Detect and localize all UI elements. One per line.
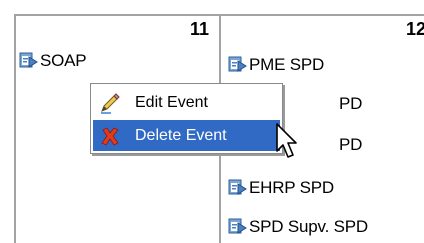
- day-number: 12: [405, 19, 424, 39]
- event-doc-icon: [19, 51, 39, 71]
- menu-item-label: Edit Event: [135, 93, 208, 111]
- menu-item-delete-event[interactable]: Delete Event: [93, 120, 280, 151]
- event-context-menu: Edit Event Delete Event: [90, 83, 283, 154]
- event-doc-icon: [228, 217, 248, 237]
- menu-item-edit-event[interactable]: Edit Event: [93, 87, 280, 118]
- event-label: EHRP SPD: [249, 178, 335, 197]
- event-doc-icon: [228, 178, 248, 198]
- calendar-event[interactable]: PME SPD: [228, 54, 324, 76]
- calendar-event[interactable]: EHRP SPD: [228, 177, 334, 199]
- event-doc-icon: [228, 55, 248, 75]
- red-x-icon: [101, 126, 119, 146]
- calendar-event[interactable]: SOAP: [19, 50, 87, 72]
- event-label: PME SPD: [249, 55, 325, 74]
- calendar-event[interactable]: SPD Supv. SPD: [228, 216, 368, 238]
- event-label: SOAP: [40, 51, 87, 70]
- mouse-pointer-icon: [276, 123, 297, 158]
- menu-item-label: Delete Event: [135, 126, 227, 144]
- event-label: PD: [339, 94, 363, 113]
- day-number: 11: [189, 19, 209, 39]
- pencil-icon: [101, 92, 120, 114]
- calendar-event[interactable]: PD: [339, 93, 362, 115]
- event-label: SPD Supv. SPD: [249, 217, 368, 236]
- calendar-event[interactable]: PD: [339, 134, 362, 156]
- event-label: PD: [339, 135, 363, 154]
